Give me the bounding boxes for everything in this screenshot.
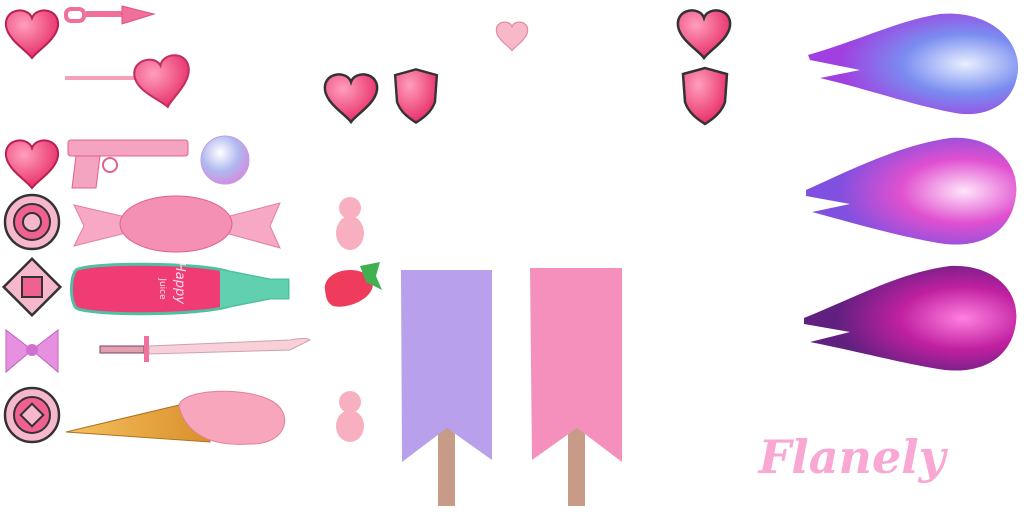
candy-icon	[73, 195, 281, 253]
heart-lollipop-icon	[65, 51, 196, 113]
katana-icon	[99, 336, 311, 362]
bottle-label-happy: Happy	[172, 262, 187, 304]
gummy-bear-icon	[336, 391, 364, 442]
small-heart-icon	[495, 21, 529, 52]
chain-arrow-icon	[64, 5, 156, 25]
strawberry-icon	[324, 262, 382, 307]
pink-gun-icon	[67, 139, 189, 189]
shield-icon	[681, 66, 729, 126]
pink-banner	[530, 268, 622, 506]
ice-cream-icon	[65, 390, 286, 445]
heart-icon	[4, 139, 60, 189]
heart-icon	[676, 9, 732, 60]
heart-icon	[4, 9, 60, 59]
heart-icon	[323, 73, 379, 124]
disco-ball-icon	[200, 135, 250, 185]
juice-bottle-icon: Happy Juice	[70, 262, 290, 316]
logo-text: Flanely	[757, 430, 949, 484]
shield-icon	[393, 68, 439, 124]
purple-banner	[401, 270, 492, 506]
diamond-target-icon	[1, 256, 63, 318]
gummy-bear-icon	[336, 197, 364, 250]
sprite-sheet: Happy Juice Flanely	[1, 5, 1019, 506]
fireball-blue	[808, 13, 1019, 115]
emblem-icon	[3, 386, 61, 444]
fireball-pink	[806, 137, 1017, 245]
fireball-magenta	[804, 265, 1017, 371]
target-icon	[3, 193, 61, 251]
bow-icon	[5, 328, 59, 374]
bottle-label-juice: Juice	[157, 277, 167, 300]
